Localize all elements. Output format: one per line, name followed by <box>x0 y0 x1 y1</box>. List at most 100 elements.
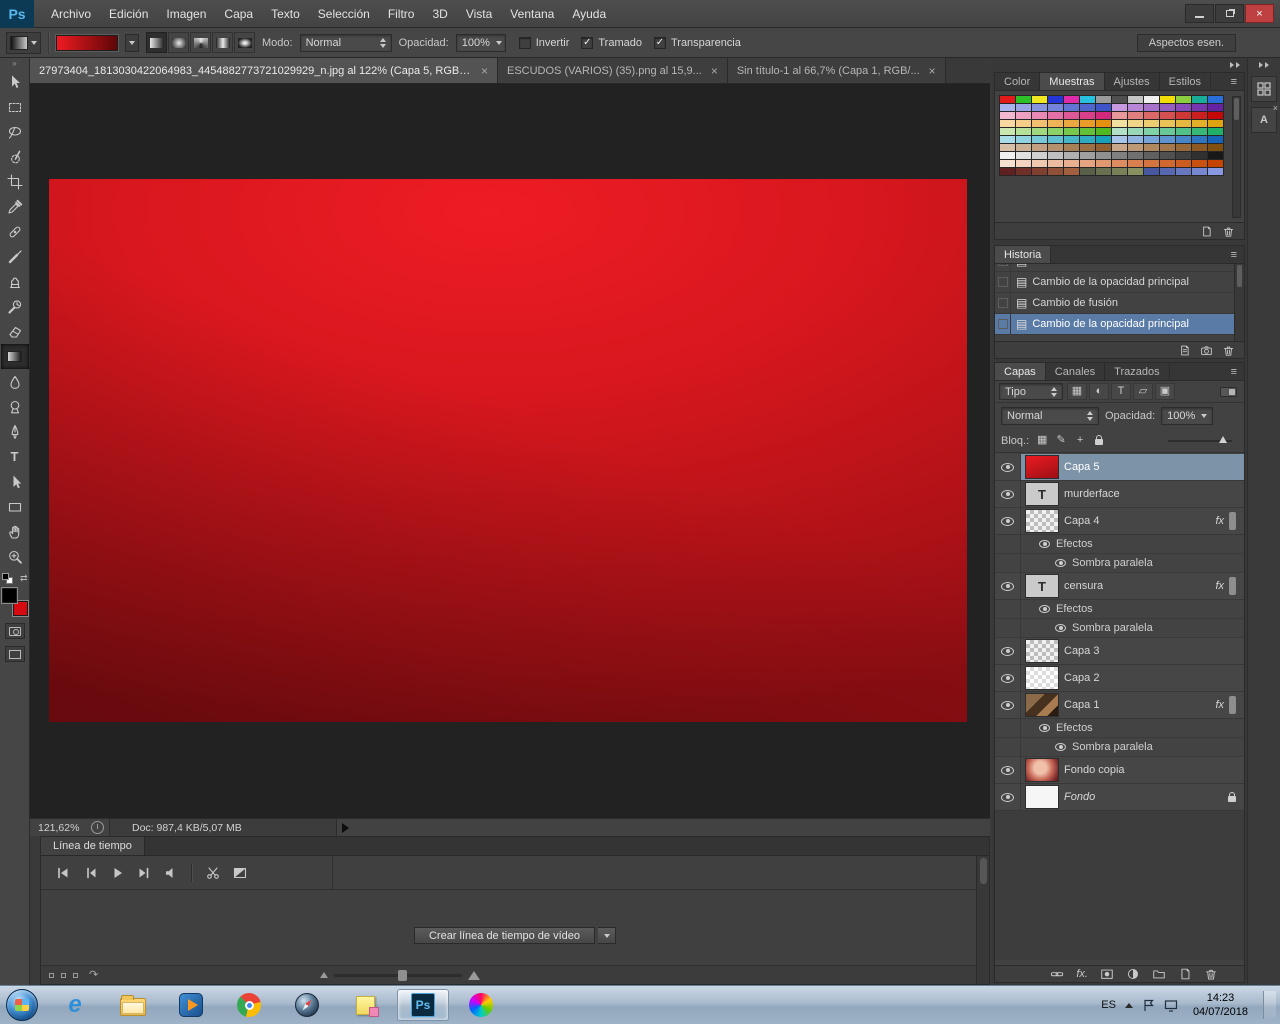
swatch-4-13[interactable] <box>1208 128 1223 135</box>
layer-group-icon[interactable] <box>1152 967 1166 981</box>
layer-row-capa-2[interactable]: Capa 2 <box>995 665 1244 692</box>
swatch-4-3[interactable] <box>1048 128 1063 135</box>
layer-opacity-select[interactable]: 100% <box>1161 407 1214 425</box>
taskbar-app-file-explorer[interactable] <box>107 989 159 1021</box>
swatch-8-9[interactable] <box>1144 160 1159 167</box>
swatch-4-9[interactable] <box>1144 128 1159 135</box>
visibility-toggle[interactable] <box>995 784 1021 810</box>
menu-ventana[interactable]: Ventana <box>501 0 563 28</box>
taskbar-app-photo-editor[interactable] <box>455 989 507 1021</box>
swatch-5-3[interactable] <box>1048 136 1063 143</box>
previous-frame-button[interactable] <box>76 862 103 884</box>
swatch-7-8[interactable] <box>1128 152 1143 159</box>
layer-main[interactable]: Fondo copia <box>1021 757 1244 783</box>
taskbar-app-browser[interactable] <box>281 989 333 1021</box>
gradient-tool[interactable] <box>0 344 29 369</box>
swatch-0-10[interactable] <box>1160 96 1175 103</box>
swatch-2-7[interactable] <box>1112 112 1127 119</box>
swatch-8-8[interactable] <box>1128 160 1143 167</box>
path-selection-tool[interactable] <box>1 469 29 494</box>
swatch-2-13[interactable] <box>1208 112 1223 119</box>
swatch-8-3[interactable] <box>1048 160 1063 167</box>
swatch-5-0[interactable] <box>1000 136 1015 143</box>
swatch-4-5[interactable] <box>1080 128 1095 135</box>
gradient-mode-select[interactable]: Normal <box>299 33 392 52</box>
swatch-2-3[interactable] <box>1048 112 1063 119</box>
swatch-3-9[interactable] <box>1144 120 1159 127</box>
filter-shape-icon[interactable]: ▱ <box>1133 383 1153 400</box>
eye-icon[interactable] <box>1039 605 1050 613</box>
frame-toggle-icon[interactable] <box>61 972 66 978</box>
swatch-5-5[interactable] <box>1080 136 1095 143</box>
swatch-3-5[interactable] <box>1080 120 1095 127</box>
swatch-6-10[interactable] <box>1160 144 1175 151</box>
swatch-9-9[interactable] <box>1144 168 1159 175</box>
swatch-5-13[interactable] <box>1208 136 1223 143</box>
swatch-8-0[interactable] <box>1000 160 1015 167</box>
frame-toggle-icon[interactable] <box>49 972 54 978</box>
gradient-type-reflected[interactable] <box>212 32 233 53</box>
swatch-9-7[interactable] <box>1112 168 1127 175</box>
swatch-3-1[interactable] <box>1016 120 1031 127</box>
swatch-0-9[interactable] <box>1144 96 1159 103</box>
background-color-chip[interactable] <box>12 601 28 616</box>
history-source-checkbox[interactable] <box>995 293 1011 313</box>
swatch-9-12[interactable] <box>1192 168 1207 175</box>
layer-main[interactable]: Capa 1 fx <box>1021 692 1244 718</box>
swatch-0-11[interactable] <box>1176 96 1191 103</box>
swatch-8-7[interactable] <box>1112 160 1127 167</box>
swatch-3-4[interactable] <box>1064 120 1079 127</box>
swatch-1-0[interactable] <box>1000 104 1015 111</box>
swatch-8-1[interactable] <box>1016 160 1031 167</box>
swatch-9-13[interactable] <box>1208 168 1223 175</box>
play-button[interactable] <box>103 862 130 884</box>
menu-capa[interactable]: Capa <box>215 0 262 28</box>
filter-toggle-switch[interactable] <box>1220 386 1237 397</box>
layer-main[interactable]: Fondo <box>1021 784 1244 810</box>
opacity-select[interactable]: 100% <box>455 33 506 52</box>
swatch-1-8[interactable] <box>1128 104 1143 111</box>
gradient-type-radial[interactable] <box>168 32 189 53</box>
swatch-4-7[interactable] <box>1112 128 1127 135</box>
move-tool[interactable] <box>1 69 29 94</box>
swatch-9-0[interactable] <box>1000 168 1015 175</box>
foreground-color-chip[interactable] <box>1 588 17 603</box>
swatch-2-2[interactable] <box>1032 112 1047 119</box>
taskbar-app-internet-explorer[interactable]: e <box>49 989 101 1021</box>
language-indicator[interactable]: ES <box>1101 999 1116 1011</box>
swatch-0-0[interactable] <box>1000 96 1015 103</box>
swatch-9-8[interactable] <box>1128 168 1143 175</box>
swatch-7-4[interactable] <box>1064 152 1079 159</box>
show-desktop-button[interactable] <box>1263 990 1276 1020</box>
lasso-tool[interactable] <box>1 119 29 144</box>
scrollbar-thumb[interactable] <box>1237 265 1242 287</box>
visibility-toggle[interactable] <box>995 481 1021 507</box>
swatch-4-8[interactable] <box>1128 128 1143 135</box>
close-button[interactable]: × <box>1245 4 1274 23</box>
layer-main[interactable]: Capa 3 <box>1021 638 1244 664</box>
swatch-7-5[interactable] <box>1080 152 1095 159</box>
panel-menu-icon[interactable]: ≡ <box>1224 363 1244 380</box>
layer-main[interactable]: Capa 5 <box>1021 454 1244 480</box>
swatch-1-1[interactable] <box>1016 104 1031 111</box>
new-document-from-state-icon[interactable] <box>1178 344 1191 357</box>
menu-seleccion[interactable]: Selección <box>309 0 379 28</box>
menu-ayuda[interactable]: Ayuda <box>563 0 615 28</box>
history-source-checkbox[interactable] <box>995 314 1011 334</box>
eye-icon[interactable] <box>1055 624 1066 632</box>
action-center-flag-icon[interactable] <box>1142 999 1155 1012</box>
swatch-8-10[interactable] <box>1160 160 1175 167</box>
swatch-9-1[interactable] <box>1016 168 1031 175</box>
visibility-toggle[interactable] <box>995 638 1021 664</box>
swatch-0-4[interactable] <box>1064 96 1079 103</box>
swatch-4-6[interactable] <box>1096 128 1111 135</box>
layer-effect-row-efectos[interactable]: Efectos <box>995 535 1244 554</box>
swatch-2-11[interactable] <box>1176 112 1191 119</box>
layer-effect-row-sombra-paralela[interactable]: Sombra paralela <box>995 619 1244 638</box>
swatch-3-11[interactable] <box>1176 120 1191 127</box>
swatch-9-5[interactable] <box>1080 168 1095 175</box>
swatch-0-2[interactable] <box>1032 96 1047 103</box>
swatch-8-11[interactable] <box>1176 160 1191 167</box>
timeline-tab[interactable]: Línea de tiempo <box>41 837 145 855</box>
swatch-6-12[interactable] <box>1192 144 1207 151</box>
